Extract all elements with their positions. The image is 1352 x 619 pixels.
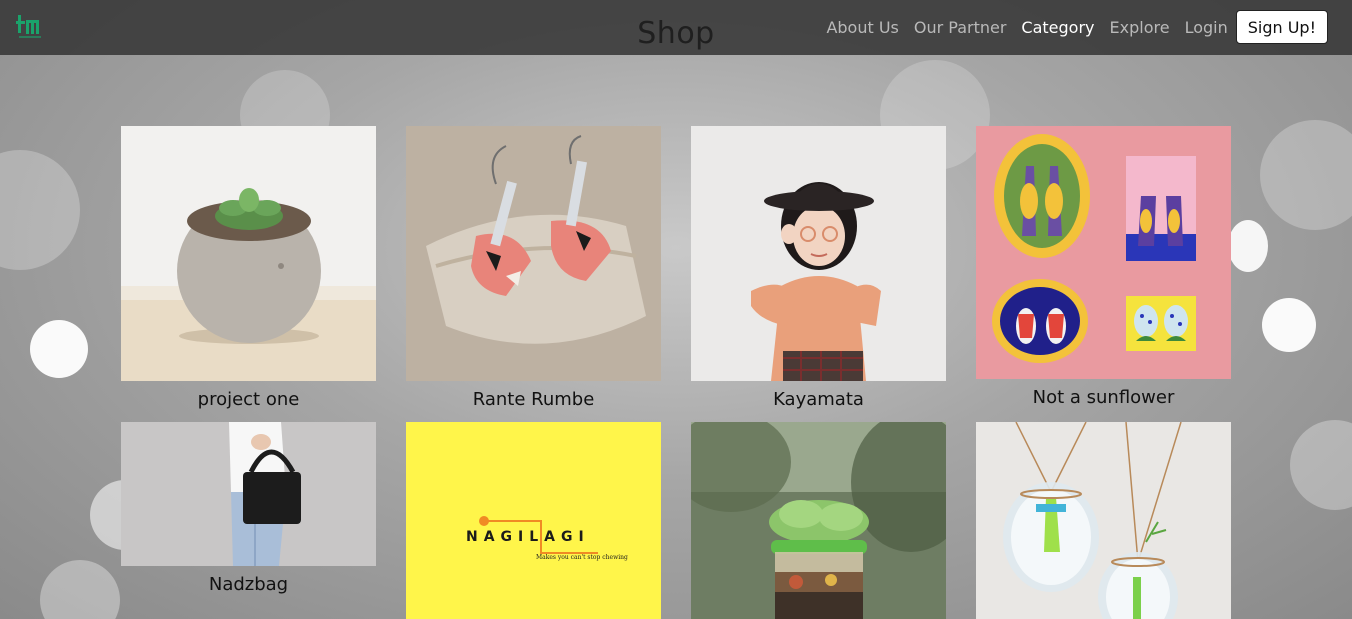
product-name[interactable]: Kayamata: [691, 389, 946, 410]
product-image-kayamata[interactable]: [691, 126, 946, 381]
product-image-hanging-planter[interactable]: [976, 422, 1231, 619]
product-name[interactable]: Rante Rumbe: [406, 389, 661, 410]
nav-login[interactable]: Login: [1185, 18, 1228, 37]
nav-menu: About Us Our Partner Category Explore Lo…: [811, 10, 1328, 44]
bokeh-light: [1260, 120, 1352, 230]
nav-category[interactable]: Category: [1021, 18, 1094, 37]
brand-tagline: Makes you can't stop chewing: [536, 554, 628, 561]
product-image-terrarium[interactable]: [691, 422, 946, 619]
nav-our-partner[interactable]: Our Partner: [914, 18, 1007, 37]
product-image-earrings[interactable]: [406, 126, 661, 381]
product-name[interactable]: Nadzbag: [121, 574, 376, 595]
nav-explore[interactable]: Explore: [1110, 18, 1170, 37]
bokeh-light: [1228, 220, 1268, 272]
product-image-nadzbag[interactable]: [121, 422, 376, 566]
product-name[interactable]: project one: [121, 389, 376, 410]
bokeh-light: [1290, 420, 1352, 510]
product-image-not-a-sunflower[interactable]: [976, 126, 1231, 379]
product-image-nagilagi[interactable]: NAGILAGI Makes you can't stop chewing: [406, 422, 661, 619]
bokeh-light: [40, 560, 120, 619]
product-name[interactable]: Not a sunflower: [976, 387, 1231, 408]
signup-button[interactable]: Sign Up!: [1235, 10, 1328, 44]
bokeh-light: [1262, 298, 1316, 352]
bokeh-light: [0, 150, 80, 270]
brand-name: NAGILAGI: [466, 529, 590, 545]
bokeh-light: [30, 320, 88, 378]
nav-about-us[interactable]: About Us: [826, 18, 898, 37]
navbar: Shop About Us Our Partner Category Explo…: [0, 0, 1352, 55]
product-image-succulent[interactable]: [121, 126, 376, 381]
